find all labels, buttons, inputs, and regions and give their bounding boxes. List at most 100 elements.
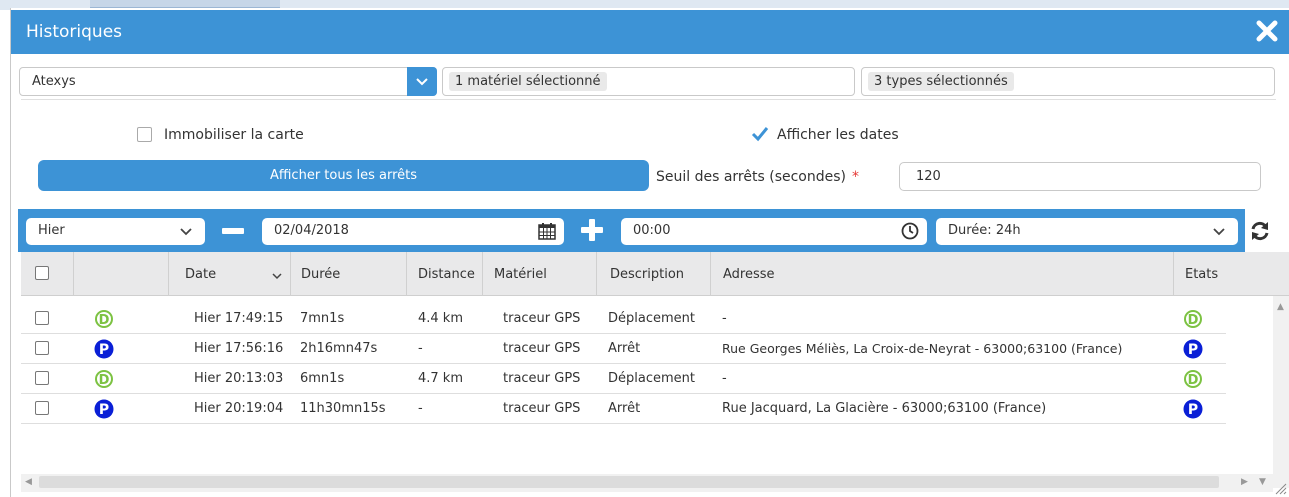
calendar-icon[interactable] bbox=[538, 222, 556, 240]
scroll-up-arrow[interactable]: ▲ bbox=[1277, 302, 1284, 312]
history-dialog: Historiques Atexys 1 matériel sélectionn… bbox=[10, 8, 1289, 497]
parking-icon: P bbox=[1183, 339, 1203, 359]
duration-select[interactable]: Durée: 24h bbox=[936, 218, 1238, 245]
cell-description: Arrêt bbox=[608, 401, 641, 416]
divider bbox=[21, 99, 1276, 100]
row-checkbox[interactable] bbox=[35, 341, 49, 355]
time-value: 00:00 bbox=[633, 223, 671, 238]
scroll-left-arrow[interactable]: ◀ bbox=[25, 477, 32, 487]
dialog-title: Historiques bbox=[26, 22, 123, 42]
row-checkbox[interactable] bbox=[35, 371, 49, 385]
svg-text:P: P bbox=[99, 342, 109, 358]
header-etats[interactable]: Etats bbox=[1173, 252, 1273, 296]
horizontal-scroll-thumb[interactable] bbox=[39, 476, 1219, 488]
depart-icon: D bbox=[95, 310, 113, 328]
show-all-stops-button[interactable]: Afficher tous les arrêts bbox=[38, 160, 649, 191]
svg-text:D: D bbox=[1188, 373, 1199, 388]
header-select-all[interactable] bbox=[21, 252, 73, 296]
chevron-down-icon bbox=[180, 228, 192, 236]
svg-text:P: P bbox=[1188, 402, 1198, 418]
scroll-down-arrow[interactable]: ▼ bbox=[1259, 477, 1266, 487]
cell-adresse: Rue Jacquard, La Glacière - 63000;63100 … bbox=[722, 401, 1047, 416]
select-all-checkbox[interactable] bbox=[35, 266, 49, 280]
cell-date: Hier 17:56:16 bbox=[194, 341, 284, 356]
freeze-map-checkbox[interactable] bbox=[137, 127, 152, 142]
header-description[interactable]: Description bbox=[596, 252, 710, 296]
minus-icon[interactable] bbox=[221, 219, 245, 243]
cell-adresse: - bbox=[722, 311, 727, 326]
cell-description: Déplacement bbox=[608, 371, 695, 386]
date-input[interactable]: 02/04/2018 bbox=[262, 218, 564, 245]
cell-duree: 2h16mn47s bbox=[300, 341, 378, 356]
header-duree[interactable]: Durée bbox=[290, 252, 406, 296]
duration-value: Durée: 24h bbox=[948, 223, 1021, 238]
header-adresse[interactable]: Adresse bbox=[710, 252, 1173, 296]
types-select[interactable]: 3 types sélectionnés bbox=[861, 67, 1275, 96]
background-tab bbox=[90, 0, 280, 8]
cell-date: Hier 20:13:03 bbox=[194, 371, 284, 386]
history-table: Date Durée Distance Matériel Description… bbox=[21, 252, 1289, 495]
cell-distance: - bbox=[418, 401, 423, 416]
vertical-scrollbar[interactable]: ▲ bbox=[1273, 296, 1289, 488]
header-date[interactable]: Date bbox=[168, 252, 290, 296]
threshold-label-text: Seuil des arrêts (secondes) bbox=[656, 169, 846, 185]
header-description-label: Description bbox=[610, 267, 685, 282]
horizontal-scrollbar[interactable]: ◀ ▶ ▼ bbox=[21, 474, 1273, 492]
header-materiel[interactable]: Matériel bbox=[482, 252, 596, 296]
company-select[interactable]: Atexys bbox=[19, 67, 437, 96]
period-value: Hier bbox=[38, 223, 65, 238]
threshold-input[interactable]: 120 bbox=[899, 162, 1261, 191]
cell-materiel: traceur GPS bbox=[503, 371, 581, 386]
header-etats-label: Etats bbox=[1185, 267, 1219, 282]
header-adresse-label: Adresse bbox=[723, 267, 775, 282]
row-checkbox[interactable] bbox=[35, 401, 49, 415]
svg-text:P: P bbox=[1188, 342, 1198, 358]
materials-select[interactable]: 1 matériel sélectionné bbox=[442, 67, 855, 96]
clock-icon[interactable] bbox=[901, 222, 919, 240]
parking-icon: P bbox=[94, 339, 114, 359]
table-row[interactable]: P Hier 20:19:04 11h30mn15s - traceur GPS… bbox=[21, 394, 1226, 424]
company-select-value: Atexys bbox=[32, 74, 76, 89]
plus-icon[interactable] bbox=[580, 218, 604, 242]
parking-icon: P bbox=[1183, 399, 1203, 419]
cell-adresse: - bbox=[722, 371, 727, 386]
chevron-down-icon bbox=[416, 78, 428, 86]
company-select-toggle[interactable] bbox=[407, 67, 437, 96]
threshold-label: Seuil des arrêts (secondes) * bbox=[656, 169, 859, 185]
close-icon[interactable] bbox=[1252, 16, 1282, 46]
parking-icon: P bbox=[94, 399, 114, 419]
scroll-right-arrow[interactable]: ▶ bbox=[1241, 477, 1248, 487]
cell-materiel: traceur GPS bbox=[503, 401, 581, 416]
cell-duree: 7mn1s bbox=[300, 311, 345, 326]
resize-grip-icon[interactable] bbox=[1273, 481, 1287, 495]
period-select[interactable]: Hier bbox=[26, 218, 205, 245]
depart-icon: D bbox=[1184, 370, 1202, 388]
materials-badge: 1 matériel sélectionné bbox=[449, 72, 607, 91]
cell-distance: - bbox=[418, 341, 423, 356]
cell-materiel: traceur GPS bbox=[503, 311, 581, 326]
table-row[interactable]: D Hier 17:49:15 7mn1s 4.4 km traceur GPS… bbox=[21, 304, 1226, 334]
cell-duree: 11h30mn15s bbox=[300, 401, 386, 416]
table-row[interactable]: D Hier 20:13:03 6mn1s 4.7 km traceur GPS… bbox=[21, 364, 1226, 394]
depart-icon: D bbox=[1184, 310, 1202, 328]
cell-distance: 4.7 km bbox=[418, 371, 463, 386]
header-distance-label: Distance bbox=[418, 267, 475, 282]
threshold-value: 120 bbox=[916, 169, 941, 184]
header-duree-label: Durée bbox=[301, 267, 341, 282]
svg-text:D: D bbox=[99, 373, 110, 388]
cell-distance: 4.4 km bbox=[418, 311, 463, 326]
show-dates-checkbox[interactable] bbox=[751, 125, 769, 143]
svg-text:D: D bbox=[1188, 313, 1199, 328]
cell-adresse: Rue Georges Méliès, La Croix-de-Neyrat -… bbox=[722, 341, 1123, 356]
chevron-down-icon[interactable] bbox=[271, 272, 283, 280]
title-bar: Historiques bbox=[11, 10, 1289, 54]
table-row[interactable]: P Hier 17:56:16 2h16mn47s - traceur GPS … bbox=[21, 334, 1226, 364]
depart-icon: D bbox=[95, 370, 113, 388]
refresh-icon[interactable] bbox=[1248, 219, 1272, 243]
show-dates-label: Afficher les dates bbox=[777, 127, 899, 143]
svg-text:D: D bbox=[99, 313, 110, 328]
row-checkbox[interactable] bbox=[35, 311, 49, 325]
time-input[interactable]: 00:00 bbox=[621, 218, 927, 245]
header-distance[interactable]: Distance bbox=[406, 252, 482, 296]
header-materiel-label: Matériel bbox=[494, 267, 547, 282]
